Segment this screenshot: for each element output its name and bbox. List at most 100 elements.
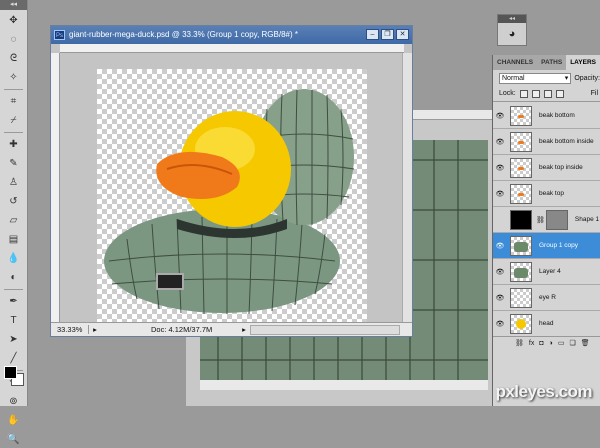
adjustment-layer-icon[interactable]: ◑ (549, 340, 553, 347)
visibility-eye-icon[interactable]: 👁 (493, 268, 507, 276)
duck-artwork (104, 89, 355, 315)
blend-mode-row: Normal Opacity: (493, 70, 600, 86)
link-layers-icon[interactable]: ⛓ (515, 339, 524, 347)
fill-label: Fil (590, 90, 598, 97)
lock-row: Lock: Fil (493, 86, 600, 102)
layer-row[interactable]: 👁 eye R (493, 285, 600, 311)
window-controls: – ❐ ✕ (366, 29, 409, 40)
zoom-tool-icon[interactable]: 🔍 (5, 431, 23, 448)
tools-grip[interactable]: ◂◂ (0, 0, 27, 10)
document-title-bar[interactable]: Ps giant-rubber-mega-duck.psd @ 33.3% (G… (51, 26, 412, 44)
layer-thumbnail (510, 235, 532, 256)
layer-thumbnail (510, 131, 532, 152)
tab-paths[interactable]: PATHS (537, 55, 566, 70)
visibility-eye-icon[interactable]: 👁 (493, 164, 507, 172)
layers-panel-footer: ⛓ fx ◘ ◑ ▭ ❏ 🗑 (493, 336, 600, 349)
hand-tool-icon[interactable]: ✋ (5, 412, 23, 429)
layer-name: Shape 1 (574, 216, 600, 223)
delete-layer-icon[interactable]: 🗑 (581, 339, 590, 347)
status-bar: 33.33% ▸ Doc: 4.12M/37.7M ▸ (51, 322, 412, 336)
zoom-level[interactable]: 33.33% (51, 325, 89, 334)
canvas-area[interactable] (60, 53, 404, 323)
3d-orbit-tool-icon[interactable]: ⊚ (5, 393, 23, 410)
navigator-icon[interactable]: ◕ (498, 23, 526, 45)
layer-thumbnail (510, 157, 532, 178)
crop-tool-icon[interactable]: ⌗ (5, 93, 23, 110)
lock-position-icon[interactable] (543, 89, 552, 98)
layer-thumbnail (510, 261, 532, 282)
visibility-eye-icon[interactable]: 👁 (493, 294, 507, 302)
clone-stamp-tool-icon[interactable]: ♙ (5, 174, 23, 191)
history-brush-tool-icon[interactable]: ↺ (5, 193, 23, 210)
blend-mode-select[interactable]: Normal (499, 72, 572, 84)
lock-label: Lock: (499, 90, 516, 97)
layer-row-selected[interactable]: 👁 Group 1 copy (493, 233, 600, 259)
tools-divider (4, 289, 23, 290)
layer-thumbnail (510, 287, 532, 308)
new-layer-icon[interactable]: ❏ (569, 339, 575, 347)
path-selection-tool-icon[interactable]: ➤ (5, 331, 23, 348)
layer-name: beak bottom (539, 112, 575, 119)
lock-all-icon[interactable] (555, 89, 564, 98)
move-tool-icon[interactable]: ✥ (5, 12, 23, 29)
tab-layers[interactable]: LAYERS (566, 55, 600, 70)
layer-style-icon[interactable]: fx (529, 340, 534, 347)
brush-tool-icon[interactable]: ✎ (5, 155, 23, 172)
layer-row[interactable]: 👁 beak top inside (493, 155, 600, 181)
status-menu-arrow-icon[interactable]: ▸ (89, 325, 101, 334)
layer-name: beak bottom inside (539, 138, 594, 145)
layer-thumbnail (510, 313, 532, 334)
vertical-scrollbar[interactable] (402, 53, 412, 323)
lock-pixels-icon[interactable] (531, 89, 540, 98)
eraser-tool-icon[interactable]: ▱ (5, 212, 23, 229)
type-tool-icon[interactable]: T (5, 312, 23, 329)
layer-name: Group 1 copy (539, 242, 579, 249)
tools-panel: ◂◂ ✥ ◌ ᘓ ✧ ⌗ ⌿ ✚ ✎ ♙ ↺ ▱ ▤ 💧 ◐ ✒ T ➤ ╱ ⟲… (0, 0, 28, 445)
watermark: pxleyes.com (495, 382, 592, 401)
panel-tabs: CHANNELS PATHS LAYERS (493, 55, 600, 70)
lasso-tool-icon[interactable]: ᘓ (5, 50, 23, 67)
close-button[interactable]: ✕ (396, 29, 409, 40)
new-group-icon[interactable]: ▭ (558, 339, 565, 347)
layer-name: Layer 4 (539, 268, 561, 275)
magic-wand-tool-icon[interactable]: ✧ (5, 69, 23, 86)
restore-button[interactable]: ❐ (381, 29, 394, 40)
layer-row[interactable]: 👁 beak bottom (493, 103, 600, 129)
eyedropper-tool-icon[interactable]: ⌿ (5, 112, 23, 129)
pen-tool-icon[interactable]: ✒ (5, 293, 23, 310)
minimize-button[interactable]: – (366, 29, 379, 40)
layer-name: beak top (539, 190, 564, 197)
gradient-tool-icon[interactable]: ▤ (5, 231, 23, 248)
layer-row[interactable]: ⛓ Shape 1 (493, 207, 600, 233)
healing-brush-tool-icon[interactable]: ✚ (5, 136, 23, 153)
foreground-color-swatch[interactable] (4, 366, 17, 379)
horizontal-scrollbar[interactable] (250, 324, 400, 335)
status-info-arrow-icon[interactable]: ▸ (238, 325, 250, 334)
blur-tool-icon[interactable]: 💧 (5, 250, 23, 267)
layer-row[interactable]: 👁 beak bottom inside (493, 129, 600, 155)
document-window: Ps giant-rubber-mega-duck.psd @ 33.3% (G… (50, 25, 413, 337)
tab-channels[interactable]: CHANNELS (493, 55, 537, 70)
visibility-eye-icon[interactable]: 👁 (493, 320, 507, 328)
add-mask-icon[interactable]: ◘ (539, 340, 543, 347)
dodge-tool-icon[interactable]: ◐ (5, 269, 23, 286)
layer-row[interactable]: 👁 head (493, 311, 600, 337)
document-title: giant-rubber-mega-duck.psd @ 33.3% (Grou… (69, 30, 298, 39)
visibility-eye-icon[interactable]: 👁 (493, 190, 507, 198)
layers-list: 👁 beak bottom 👁 beak bottom inside 👁 bea… (493, 103, 600, 337)
tools-divider (4, 89, 23, 90)
visibility-eye-icon[interactable]: 👁 (493, 138, 507, 146)
collapsed-panel[interactable]: ◂◂ ◕ (497, 14, 527, 46)
visibility-eye-icon[interactable]: 👁 (493, 112, 507, 120)
layer-name: head (539, 320, 554, 327)
lock-transparency-icon[interactable] (519, 89, 528, 98)
layer-name: beak top inside (539, 164, 583, 171)
layer-name: eye R (539, 294, 556, 301)
layer-row[interactable]: 👁 beak top (493, 181, 600, 207)
collapsed-panel-grip[interactable]: ◂◂ (498, 15, 526, 23)
marquee-tool-icon[interactable]: ◌ (5, 31, 23, 48)
visibility-eye-icon[interactable]: 👁 (493, 242, 507, 250)
layers-panel: CHANNELS PATHS LAYERS Normal Opacity: Lo… (492, 55, 600, 406)
shape-tool-icon[interactable]: ╱ (5, 350, 23, 367)
layer-row[interactable]: 👁 Layer 4 (493, 259, 600, 285)
